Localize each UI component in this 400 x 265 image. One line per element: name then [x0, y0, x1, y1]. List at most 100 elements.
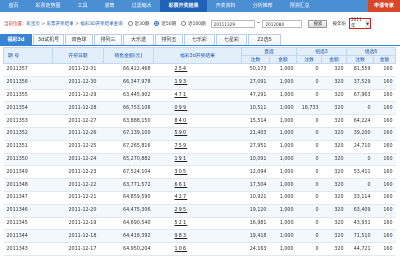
- apply-expert-button[interactable]: 申请专家: [367, 0, 400, 12]
- results-table: 期 号 开奖日期 销售金额(元) 福彩3d开奖结果 直选 组选3 组选6 注数 …: [3, 47, 397, 256]
- table-row: 2011351 2011-12-25 67,265,816 759 27,951 1,00…: [3, 140, 396, 154]
- table-row: 2011346 2011-12-20 64,475,306 295 19,120 1,00…: [3, 204, 396, 218]
- nav-item-0[interactable]: 首页: [0, 0, 27, 12]
- breadcrumb-home[interactable]: 彩宝贝: [27, 22, 41, 27]
- sales-cell: 63,888,150: [103, 114, 154, 128]
- tab-0[interactable]: 福彩3d: [0, 34, 32, 45]
- nav-item-8[interactable]: 预测汇总: [281, 0, 318, 12]
- direct-bets-cell: 12,094: [241, 165, 270, 180]
- col-group3-header: 组选3: [296, 47, 348, 56]
- radio-button[interactable]: [181, 21, 187, 26]
- result-digits-link[interactable]: 099: [153, 101, 242, 116]
- direct-amount-cell: 1,000: [269, 63, 297, 77]
- year-select[interactable]: 2011年 ▼: [348, 18, 371, 29]
- radio-button[interactable]: [127, 21, 133, 26]
- result-digits-link[interactable]: 840: [153, 114, 242, 128]
- breadcrumb: 当前位置：彩宝贝 > 彩票开奖结果 > 福彩3D开奖结果查询: [0, 21, 123, 27]
- group6-bets-cell: 63,409: [346, 204, 374, 218]
- direct-amount-cell: 1,000: [269, 127, 297, 141]
- group6-amount-cell: 160: [373, 76, 396, 90]
- col-result-header: 福彩3d开奖结果: [153, 47, 242, 64]
- group6-bets-cell: 53,411: [346, 165, 374, 180]
- direct-amount-cell: 1,000: [269, 204, 297, 218]
- chevron-down-icon: ▼: [365, 19, 370, 28]
- tab-5[interactable]: 排列五: [155, 34, 183, 45]
- date-cell: 2011-12-21: [52, 191, 104, 205]
- direct-bets-cell: 10,091: [241, 153, 270, 167]
- group6-bets-cell: 39,200: [346, 127, 374, 141]
- period-option[interactable]: 近50期: [154, 21, 176, 27]
- result-digits-link[interactable]: 193: [153, 76, 242, 90]
- date-separator: ~: [256, 21, 261, 26]
- tab-1[interactable]: 3d试机号: [33, 34, 64, 45]
- result-digits-link[interactable]: 471: [153, 89, 242, 103]
- nav-item-6[interactable]: 开奖资料: [207, 0, 244, 12]
- tab-7[interactable]: 七星彩: [216, 34, 247, 45]
- result-digits-link[interactable]: 427: [153, 191, 242, 205]
- nav-item-7[interactable]: 分析推荐: [244, 0, 281, 12]
- result-digits-link[interactable]: 106: [153, 242, 242, 256]
- tab-4[interactable]: 大乐透: [123, 34, 154, 45]
- sales-cell: 64,418,392: [103, 229, 154, 244]
- breadcrumb-current: 福彩3D开奖结果查询: [80, 21, 123, 27]
- group6-bets-cell: 0: [346, 178, 374, 192]
- result-digits-link[interactable]: 305: [153, 165, 242, 180]
- radio-button[interactable]: [154, 21, 160, 26]
- table-row: 2011348 2011-12-22 63,771,572 661 17,504 1,00…: [3, 178, 396, 192]
- period-options: 近30期 近50期 近100期: [123, 21, 206, 27]
- group6-bets-cell: 67,963: [346, 89, 374, 103]
- issue-cell: 2011352: [3, 127, 53, 141]
- direct-bets-cell: 27,091: [241, 76, 270, 90]
- tab-3[interactable]: 排列三: [94, 34, 122, 45]
- group6-bets-cell: 0: [346, 153, 374, 167]
- result-digits-link[interactable]: 295: [153, 204, 242, 218]
- issue-cell: 2011356: [3, 76, 53, 90]
- result-digits-link[interactable]: 191: [153, 153, 242, 167]
- nav-item-2[interactable]: 工具: [69, 0, 96, 12]
- direct-bets-cell: 15,514: [241, 114, 270, 128]
- date-cell: 2011-12-26: [52, 127, 104, 141]
- result-digits-link[interactable]: 254: [153, 63, 242, 77]
- date-from-input[interactable]: 20111329: [210, 19, 255, 28]
- group6-amount-cell: 160: [373, 140, 396, 154]
- group3-bets-cell: 0: [296, 204, 322, 218]
- group3-amount-cell: 320: [321, 204, 347, 218]
- date-to-input[interactable]: 2012080: [262, 19, 303, 28]
- date-cell: 2011-12-19: [52, 217, 104, 231]
- group6-amount-cell: 160: [373, 114, 396, 128]
- nav-item-3[interactable]: 滚筒: [96, 0, 123, 12]
- group6-bets-cell: 37,529: [346, 76, 374, 90]
- group6-amount-cell: 160: [373, 101, 396, 116]
- period-option[interactable]: 近100期: [181, 21, 206, 27]
- sales-cell: 66,422,468: [103, 63, 154, 77]
- sales-cell: 64,690,540: [103, 217, 154, 231]
- result-digits-link[interactable]: 590: [153, 127, 242, 141]
- group6-amount-cell: 160: [373, 89, 396, 103]
- col-group6-header: 组选6: [346, 47, 397, 56]
- period-option[interactable]: 近30期: [127, 21, 149, 27]
- breadcrumb-section[interactable]: 彩票开奖结果: [47, 22, 74, 27]
- tab-2[interactable]: 双色球: [65, 34, 93, 45]
- tab-6[interactable]: 七乐彩: [184, 34, 215, 45]
- date-cell: 2011-12-17: [52, 242, 104, 256]
- lottery-tabs: 福彩3d 3d试机号 双色球 排列三 大乐透 排列五 七乐彩 七星彩 22选5: [0, 34, 400, 46]
- result-digits-link[interactable]: 759: [153, 140, 242, 154]
- nav-item-5[interactable]: 彩票开奖结果: [160, 0, 208, 12]
- nav-item-4[interactable]: 过滤缩水: [123, 0, 160, 12]
- table-row: 2011356 2011-12-30 66,347,978 193 27,091 1,00…: [3, 76, 396, 90]
- result-digits-link[interactable]: 661: [153, 178, 242, 192]
- nav-item-1[interactable]: 彩票走势图: [27, 0, 69, 12]
- col-amount-header: 金额: [373, 55, 397, 64]
- direct-amount-cell: 1,000: [269, 178, 297, 192]
- sales-cell: 63,445,902: [103, 89, 154, 103]
- direct-amount-cell: 1,000: [269, 101, 297, 116]
- sales-cell: 64,950,204: [103, 242, 154, 256]
- group3-bets-cell: 0: [296, 229, 322, 244]
- result-digits-link[interactable]: 983: [153, 229, 242, 244]
- tab-8[interactable]: 22选5: [248, 34, 281, 45]
- direct-bets-cell: 47,291: [241, 89, 270, 103]
- search-button[interactable]: 搜索: [308, 19, 328, 28]
- result-digits-link[interactable]: 521: [153, 217, 242, 231]
- table-row: 2011345 2011-12-19 64,690,540 521 16,981 1,00…: [3, 217, 396, 231]
- group6-bets-cell: 81,559: [346, 63, 374, 77]
